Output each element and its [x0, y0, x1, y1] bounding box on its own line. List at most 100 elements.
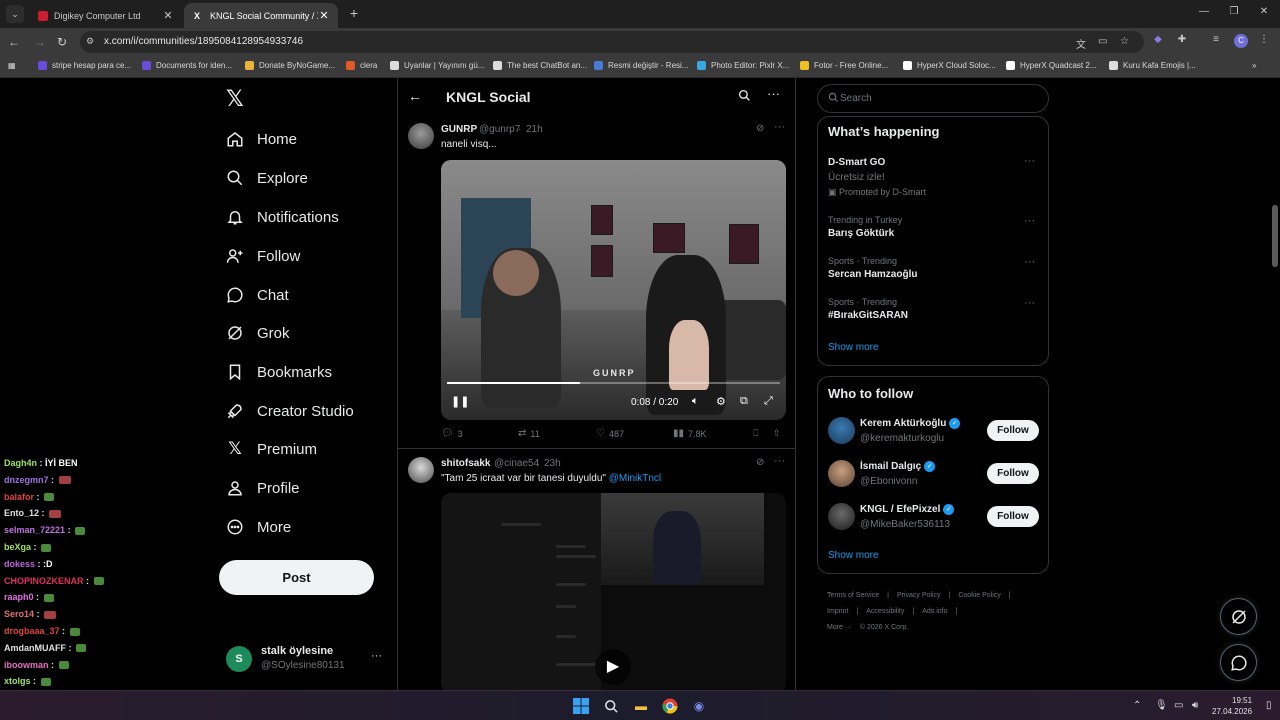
pause-icon[interactable]: ❚❚ — [451, 395, 469, 408]
site-info-icon[interactable]: ⚙ — [86, 36, 94, 47]
show-more-link[interactable]: Show more — [828, 342, 879, 353]
fullscreen-icon[interactable]: ⤢ — [764, 395, 773, 408]
close-tab-icon[interactable]: ✕ — [318, 9, 330, 22]
new-tab-button[interactable]: + — [346, 5, 362, 21]
settings-gear-icon[interactable]: ⚙ — [716, 395, 726, 408]
network-icon[interactable]: ▭ — [1174, 700, 1183, 711]
nav-item-chat[interactable]: Chat — [226, 283, 289, 307]
trend-more-icon[interactable]: ··· — [1024, 155, 1035, 167]
browser-tab-x[interactable]: X KNGL Social Community / X ✕ — [184, 3, 338, 28]
avatar[interactable] — [408, 457, 434, 483]
bookmark-item[interactable]: Documents for iden... — [142, 61, 232, 70]
footer-link[interactable]: More ··· — [827, 624, 852, 631]
tweet-author-handle[interactable]: @cinae54 — [494, 458, 539, 469]
bookmark-item[interactable]: Kuru Kafa Emojis |... — [1109, 61, 1196, 70]
install-app-icon[interactable]: ▭ — [1098, 36, 1107, 47]
browser-profile-avatar[interactable]: C — [1234, 34, 1248, 48]
nav-item-follow[interactable]: Follow — [226, 244, 300, 268]
grok-icon[interactable]: ⊘ — [756, 123, 764, 134]
minimize-icon[interactable]: — — [1194, 6, 1214, 17]
tab-search-button[interactable]: ⌄ — [6, 5, 24, 23]
bookmark-star-icon[interactable]: ☆ — [1120, 36, 1129, 47]
video-player[interactable]: ▶ — [441, 493, 786, 690]
nav-item-creator-studio[interactable]: Creator Studio — [226, 399, 354, 423]
tweet-time[interactable]: 23h — [544, 458, 561, 469]
bookmark-item[interactable]: clera — [346, 61, 377, 70]
trend-more-icon[interactable]: ··· — [1024, 215, 1035, 227]
bookmarks-overflow-icon[interactable]: » — [1252, 61, 1256, 70]
video-player[interactable]: GUNRP ❚❚ 0:08 / 0:20 🔈︎ ⚙ ⧉ ⤢ — [441, 160, 786, 420]
nav-item-premium[interactable]: 𝕏 Premium — [226, 437, 317, 461]
bookmark-item[interactable]: HyperX Quadcast 2... — [1006, 61, 1096, 70]
avatar[interactable] — [828, 460, 855, 487]
reload-icon[interactable]: ↻ — [54, 34, 70, 50]
play-icon[interactable]: ▶ — [595, 649, 631, 685]
trend-more-icon[interactable]: ··· — [1024, 297, 1035, 309]
tweet-author-name[interactable]: GUNRP — [441, 124, 477, 135]
reply-button[interactable]: 💬︎ 3 — [441, 428, 463, 439]
video-progress-bar[interactable] — [447, 382, 780, 384]
browser-tab-digikey[interactable]: Digikey Computer Ltd ✕ — [28, 3, 182, 28]
like-button[interactable]: ♡ 487 — [596, 428, 624, 439]
maximize-icon[interactable]: ❐ — [1224, 6, 1244, 17]
trend-more-icon[interactable]: ··· — [1024, 256, 1035, 268]
follow-button[interactable]: Follow — [987, 506, 1039, 527]
bookmark-item[interactable]: The best ChatBot an... — [493, 61, 587, 70]
file-explorer-icon[interactable]: ▬ — [632, 697, 650, 715]
tweet-author-handle[interactable]: @gunrp7 — [479, 124, 520, 135]
footer-link[interactable]: Cookie Policy — [958, 592, 1000, 599]
views-button[interactable]: ▮▮ 7.8K — [673, 428, 707, 439]
footer-link[interactable]: Privacy Policy — [897, 592, 941, 599]
retweet-button[interactable]: ⇄ 11 — [518, 428, 540, 439]
notifications-icon[interactable]: ▯ — [1266, 700, 1272, 711]
account-switcher[interactable]: S stalk öylesine @SOylesine80131 ··· — [226, 644, 386, 676]
nav-item-profile[interactable]: Profile — [226, 476, 300, 500]
volume-icon[interactable]: 🔊︎ — [1192, 700, 1198, 711]
scrollbar-thumb[interactable] — [1272, 205, 1278, 267]
bookmark-item[interactable]: Donate ByNoGame... — [245, 61, 335, 70]
microphone-icon[interactable]: 🎙︎ — [1155, 700, 1168, 711]
bookmark-item[interactable]: Fotor - Free Online... — [800, 61, 888, 70]
nav-item-grok[interactable]: Grok — [226, 321, 290, 345]
chrome-icon[interactable] — [661, 697, 679, 715]
search-input[interactable]: Search — [817, 84, 1049, 113]
more-options-icon[interactable]: ··· — [767, 86, 780, 101]
extensions-puzzle-icon[interactable]: ✚ — [1174, 34, 1190, 45]
grok-icon[interactable]: ⊘ — [756, 457, 764, 468]
post-button[interactable]: Post — [219, 560, 374, 595]
nav-item-home[interactable]: Home — [226, 127, 297, 151]
windows-start-icon[interactable] — [572, 697, 590, 715]
nav-item-explore[interactable]: Explore — [226, 166, 308, 190]
tweet-author-name[interactable]: shitofsakk — [441, 458, 490, 469]
nav-item-more[interactable]: More — [226, 515, 291, 539]
tray-overflow-icon[interactable]: ⌃ — [1133, 700, 1141, 711]
tweet-time[interactable]: 21h — [526, 124, 543, 135]
nav-item-notifications[interactable]: Notifications — [226, 205, 339, 229]
account-more-icon[interactable]: ··· — [371, 650, 382, 662]
nav-item-bookmarks[interactable]: Bookmarks — [226, 360, 332, 384]
bookmark-item[interactable]: Photo Editor: Pixlr X... — [697, 61, 789, 70]
close-window-icon[interactable]: ✕ — [1254, 6, 1274, 17]
mention-link[interactable]: @MinikTncl — [609, 473, 661, 484]
bookmark-item[interactable]: stripe hesap para ce... — [38, 61, 131, 70]
search-icon[interactable] — [738, 89, 751, 105]
reading-list-icon[interactable]: ≡ — [1208, 34, 1224, 45]
bookmark-icon[interactable]: ⎕ — [753, 428, 758, 439]
translate-icon[interactable]: 文 — [1076, 36, 1086, 51]
forward-icon[interactable]: → — [32, 34, 48, 50]
share-icon[interactable]: ⇧ — [773, 428, 781, 439]
show-more-link[interactable]: Show more — [828, 550, 879, 561]
footer-link[interactable]: Accessibility — [866, 608, 904, 615]
back-arrow-icon[interactable]: ← — [408, 88, 422, 104]
search-icon[interactable] — [602, 697, 620, 715]
footer-link[interactable]: © 2026 X Corp. — [860, 624, 908, 631]
close-tab-icon[interactable]: ✕ — [162, 9, 174, 22]
chat-floating-button[interactable] — [1220, 644, 1257, 681]
bookmark-item[interactable]: HyperX Cloud Soloc... — [903, 61, 996, 70]
avatar[interactable] — [828, 503, 855, 530]
apps-grid-icon[interactable]: ▦ — [8, 61, 16, 70]
page-scrollbar[interactable] — [1272, 80, 1278, 690]
follow-button[interactable]: Follow — [987, 463, 1039, 484]
browser-menu-icon[interactable]: ⋮ — [1256, 34, 1272, 45]
x-logo-icon[interactable]: 𝕏 — [226, 88, 246, 110]
